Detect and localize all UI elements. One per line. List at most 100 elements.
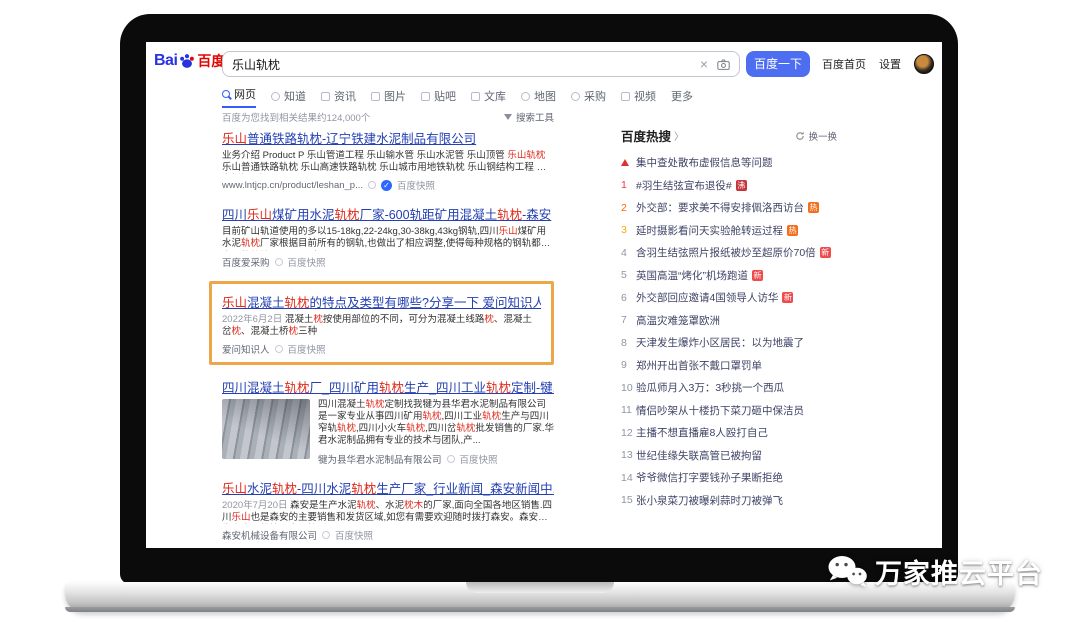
hot-search-item[interactable]: 12主播不想直播雇8人殴打自己 — [621, 425, 837, 440]
result-thumbnail[interactable] — [222, 399, 310, 459]
watermark: 万家推云平台 — [826, 552, 1043, 591]
search-input[interactable]: 乐山轨枕 — [232, 56, 700, 73]
hot-search-item[interactable]: 9郑州开出首张不戴口罩罚单 — [621, 358, 837, 373]
snapshot-link[interactable]: 百度快照 — [288, 255, 326, 269]
hot-item-text: 天津发生爆炸小区居民：以为地震了 — [636, 335, 804, 350]
hot-badge-热: 热 — [787, 225, 798, 236]
tab-知道[interactable]: 知道 — [271, 88, 306, 108]
browser-screen: Bai 百度 乐山轨枕 × 百度一下 — [146, 42, 942, 548]
watermark-text: 万家推云平台 — [875, 552, 1043, 591]
result-source: www.lntjcp.cn/product/leshan_p... 百度快照 — [222, 178, 554, 192]
snapshot-link[interactable]: 百度快照 — [335, 528, 373, 542]
hot-badge-新: 新 — [752, 270, 763, 281]
hot-badge-沸: 沸 — [736, 180, 747, 191]
资讯-icon — [321, 92, 330, 101]
hot-search-panel: 百度热搜 〉 换一换 集中查处散布虚假信息等问题1#羽生结弦宣布退役#沸2外交部… — [621, 126, 837, 515]
search-result-1: 乐山普通铁路轨枕-辽宁铁建水泥制品有限公司 业务介绍 Product P 乐山管… — [222, 128, 554, 192]
laptop-notch — [466, 582, 614, 593]
hot-search-item[interactable]: 集中查处散布虚假信息等问题 — [621, 155, 837, 170]
贴吧-icon — [421, 92, 430, 101]
hot-rank: 13 — [621, 449, 636, 461]
hot-rank: 9 — [621, 359, 636, 371]
hot-search-item[interactable]: 10验瓜师月入3万：3秒挑一个西瓜 — [621, 380, 837, 395]
result-description: 2020年7月20日 森安是生产水泥轨枕、水泥枕木的厂家,面向全国各地区销售.四… — [222, 500, 554, 524]
hot-rank: 3 — [621, 224, 636, 236]
hot-item-text: 英国高温“烤化”机场跑道 — [636, 268, 748, 283]
tab-地图[interactable]: 地图 — [521, 88, 556, 108]
search-box[interactable]: 乐山轨枕 × — [222, 51, 740, 77]
hot-item-text: #羽生结弦宣布退役# — [636, 178, 732, 193]
hot-rank: 5 — [621, 269, 636, 281]
tab-采购[interactable]: 采购 — [571, 88, 606, 108]
page: Bai 百度 乐山轨枕 × 百度一下 — [0, 0, 1080, 628]
tab-网页[interactable]: 网页 — [222, 86, 256, 108]
hot-item-text: 延时摄影看问天实验舱转运过程 — [636, 223, 783, 238]
snapshot-link[interactable]: 百度快照 — [460, 452, 498, 466]
hot-item-text: 高温灾难笼罩欧洲 — [636, 313, 720, 328]
settings-link[interactable]: 设置 — [879, 56, 901, 72]
tab-资讯[interactable]: 资讯 — [321, 88, 356, 108]
verified-badge-icon — [381, 180, 392, 191]
hot-item-text: 集中查处散布虚假信息等问题 — [636, 155, 773, 170]
snapshot-link[interactable]: 百度快照 — [288, 342, 326, 356]
search-button[interactable]: 百度一下 — [746, 51, 810, 77]
hot-search-item[interactable]: 15张小泉菜刀被曝剁蒜时刀被弹飞 — [621, 493, 837, 508]
hot-search-item[interactable]: 4含羽生结弦照片报纸被炒至超原价70倍新 — [621, 245, 837, 260]
chevron-right-icon: 〉 — [674, 128, 684, 143]
result-title[interactable]: 乐山水泥轨枕-四川水泥轨枕生产厂家_行业新闻_森安新闻中... — [222, 478, 554, 497]
hot-search-item[interactable]: 13世纪佳缘失联高管已被拘留 — [621, 448, 837, 463]
tab-更多[interactable]: 更多 — [671, 88, 693, 108]
tab-图片[interactable]: 图片 — [371, 88, 406, 108]
clear-search-icon[interactable]: × — [700, 57, 708, 71]
hot-badge-热: 热 — [808, 202, 819, 213]
hot-search-item[interactable]: 5英国高温“烤化”机场跑道新 — [621, 268, 837, 283]
hot-search-title[interactable]: 百度热搜 〉 — [621, 126, 684, 145]
hot-rank: 4 — [621, 247, 636, 259]
hot-item-text: 含羽生结弦照片报纸被炒至超原价70倍 — [636, 245, 816, 260]
视频-icon — [621, 92, 630, 101]
hot-search-item[interactable]: 7高温灾难笼罩欧洲 — [621, 313, 837, 328]
采购-icon — [571, 92, 580, 101]
tab-贴吧[interactable]: 贴吧 — [421, 88, 456, 108]
camera-icon[interactable] — [717, 59, 730, 70]
hot-item-text: 主播不想直播雇8人殴打自己 — [636, 425, 768, 440]
site-icon — [322, 531, 330, 539]
site-icon — [447, 455, 455, 463]
hot-search-item[interactable]: 2外交部：要求美不得安排佩洛西访台热 — [621, 200, 837, 215]
hot-item-text: 验瓜师月入3万：3秒挑一个西瓜 — [636, 380, 784, 395]
hot-badge-新: 新 — [782, 292, 793, 303]
result-title[interactable]: 四川混凝土轨枕厂_四川矿用轨枕生产_四川工业轨枕定制-犍... — [222, 377, 554, 396]
hot-item-text: 爷爷微信打字要钱孙子果断拒绝 — [636, 470, 783, 485]
baidu-home-link[interactable]: 百度首页 — [822, 56, 866, 72]
refresh-button[interactable]: 换一换 — [795, 129, 837, 143]
hot-rank: 8 — [621, 337, 636, 349]
hot-search-item[interactable]: 3延时摄影看问天实验舱转运过程热 — [621, 223, 837, 238]
search-result-3: 乐山混凝土轨枕的特点及类型有哪些?分享一下 爱问知识人 2022年6月2日 混凝… — [222, 292, 541, 356]
result-title[interactable]: 乐山普通铁路轨枕-辽宁铁建水泥制品有限公司 — [222, 128, 554, 147]
tab-文库[interactable]: 文库 — [471, 88, 506, 108]
baidu-logo-text: Bai — [154, 52, 177, 70]
result-title[interactable]: 四川乐山煤矿用水泥轨枕厂家-600轨距矿用混凝土轨枕-森安 — [222, 204, 554, 223]
search-result-5: 乐山水泥轨枕-四川水泥轨枕生产厂家_行业新闻_森安新闻中... 2020年7月2… — [222, 478, 554, 542]
hot-rank: 10 — [621, 382, 636, 394]
search-tabs: 网页知道资讯图片贴吧文库地图采购视频更多 — [222, 86, 693, 108]
snapshot-link[interactable]: 百度快照 — [397, 178, 435, 192]
user-avatar[interactable] — [914, 54, 934, 74]
wechat-icon — [826, 554, 868, 590]
hot-search-item[interactable]: 8天津发生爆炸小区居民：以为地震了 — [621, 335, 837, 350]
hot-search-item[interactable]: 11情侣吵架从十楼扔下菜刀砸中保洁员 — [621, 403, 837, 418]
result-source: 森安机械设备有限公司 百度快照 — [222, 528, 554, 542]
hot-item-text: 张小泉菜刀被曝剁蒜时刀被弹飞 — [636, 493, 783, 508]
tab-视频[interactable]: 视频 — [621, 88, 656, 108]
hot-search-item[interactable]: 6外交部回应邀请4国领导人访华新 — [621, 290, 837, 305]
refresh-icon — [795, 131, 805, 141]
result-source: 犍为县华君水泥制品有限公司 百度快照 — [318, 452, 554, 466]
result-title[interactable]: 乐山混凝土轨枕的特点及类型有哪些?分享一下 爱问知识人 — [222, 292, 541, 311]
地图-icon — [521, 92, 530, 101]
hot-search-item[interactable]: 14爷爷微信打字要钱孙子果断拒绝 — [621, 470, 837, 485]
laptop-bezel: Bai 百度 乐山轨枕 × 百度一下 — [120, 14, 958, 584]
hot-search-item[interactable]: 1#羽生结弦宣布退役#沸 — [621, 178, 837, 193]
baidu-paw-icon — [178, 52, 196, 70]
baidu-logo[interactable]: Bai 百度 — [154, 51, 225, 71]
search-tools[interactable]: 搜索工具 — [504, 110, 554, 124]
